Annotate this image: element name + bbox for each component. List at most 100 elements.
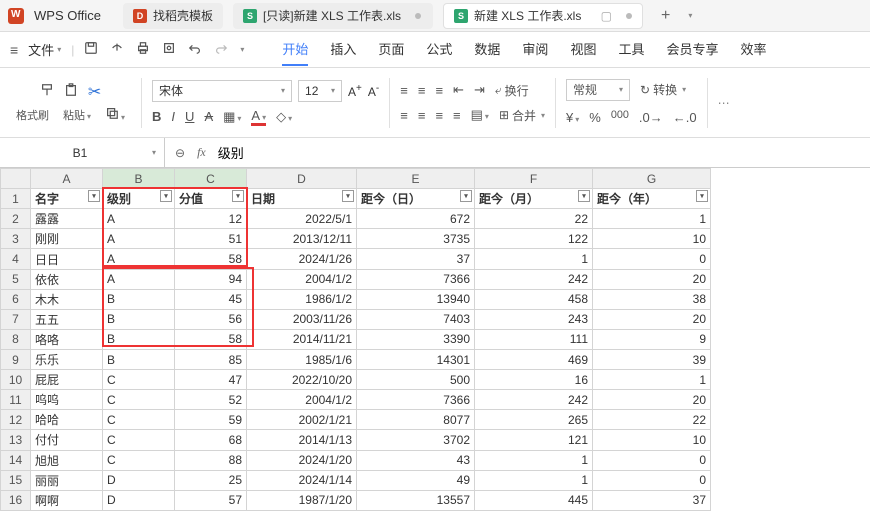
- tab-review[interactable]: 审阅: [522, 33, 548, 66]
- cell[interactable]: 日日: [31, 249, 103, 269]
- cell[interactable]: 49: [357, 470, 475, 490]
- cell[interactable]: 672: [357, 209, 475, 229]
- filter-icon[interactable]: ▾: [696, 190, 708, 202]
- cell[interactable]: 242: [475, 390, 593, 410]
- align-center-icon[interactable]: ≡: [418, 108, 426, 123]
- strikethrough-button[interactable]: A: [204, 109, 213, 124]
- hamburger-icon[interactable]: ≡: [10, 42, 18, 58]
- cell[interactable]: 8077: [357, 410, 475, 430]
- cell[interactable]: 0: [593, 249, 711, 269]
- cell[interactable]: 39: [593, 350, 711, 370]
- print-icon[interactable]: [136, 41, 150, 58]
- tab-page[interactable]: 页面: [378, 33, 404, 66]
- table-row[interactable]: 5依依A942004/1/2736624220: [1, 269, 711, 289]
- table-row[interactable]: 8咯咯B582014/11/2133901119: [1, 329, 711, 349]
- cell[interactable]: 2014/1/13: [247, 430, 357, 450]
- decrease-decimal-icon[interactable]: ←.0: [673, 110, 697, 125]
- cell[interactable]: 242: [475, 269, 593, 289]
- row-header[interactable]: 1: [1, 189, 31, 209]
- cell[interactable]: 469: [475, 350, 593, 370]
- tab-insert[interactable]: 插入: [330, 33, 356, 66]
- cell[interactable]: 94: [175, 269, 247, 289]
- cell[interactable]: 122: [475, 229, 593, 249]
- percent-icon[interactable]: %: [589, 110, 601, 125]
- table-row[interactable]: 7五五B562003/11/26740324320: [1, 309, 711, 329]
- row-header[interactable]: 13: [1, 430, 31, 450]
- row-header[interactable]: 9: [1, 350, 31, 370]
- row-header[interactable]: 15: [1, 470, 31, 490]
- cell[interactable]: 0: [593, 470, 711, 490]
- cell[interactable]: 屁屁: [31, 370, 103, 390]
- cell[interactable]: B: [103, 329, 175, 349]
- tab-active-sheet[interactable]: S 新建 XLS 工作表.xls ▢: [443, 3, 643, 29]
- cell[interactable]: 51: [175, 229, 247, 249]
- cell[interactable]: 7403: [357, 309, 475, 329]
- col-header-A[interactable]: A: [31, 169, 103, 189]
- cell[interactable]: 1: [475, 249, 593, 269]
- filter-icon[interactable]: ▾: [160, 190, 172, 202]
- cell[interactable]: 12: [175, 209, 247, 229]
- thousands-icon[interactable]: 000: [611, 109, 629, 126]
- row-header[interactable]: 7: [1, 309, 31, 329]
- decrease-indent-icon[interactable]: ⇤: [453, 82, 464, 98]
- table-row[interactable]: 6木木B451986/1/21394045838: [1, 289, 711, 309]
- cell[interactable]: 38: [593, 289, 711, 309]
- cell[interactable]: 13557: [357, 490, 475, 510]
- share-icon[interactable]: [110, 41, 124, 58]
- tab-menu-caret-icon[interactable]: ▾: [688, 11, 692, 20]
- select-all-corner[interactable]: [1, 169, 31, 189]
- name-box-caret-icon[interactable]: ▾: [152, 148, 156, 157]
- cell[interactable]: 2024/1/14: [247, 470, 357, 490]
- cell[interactable]: 16: [475, 370, 593, 390]
- cell[interactable]: 乐乐: [31, 350, 103, 370]
- grid[interactable]: A B C D E F G 1 名字▾ 级别▾ 分值▾ 日期▾ 距今（日）▾ 距…: [0, 168, 711, 511]
- orientation-icon[interactable]: ▤: [471, 107, 489, 123]
- cell[interactable]: 露露: [31, 209, 103, 229]
- cell[interactable]: 咯咯: [31, 329, 103, 349]
- cell[interactable]: B: [103, 350, 175, 370]
- cell[interactable]: 付付: [31, 430, 103, 450]
- cell[interactable]: 2022/10/20: [247, 370, 357, 390]
- cell[interactable]: A: [103, 209, 175, 229]
- cell[interactable]: 13940: [357, 289, 475, 309]
- row-header[interactable]: 12: [1, 410, 31, 430]
- table-row[interactable]: 13付付C682014/1/13370212110: [1, 430, 711, 450]
- col-header-G[interactable]: G: [593, 169, 711, 189]
- cell[interactable]: 14301: [357, 350, 475, 370]
- wrap-text-button[interactable]: ⤶ 换行: [495, 82, 529, 99]
- paste-label[interactable]: 粘贴: [63, 107, 91, 123]
- cell[interactable]: 88: [175, 450, 247, 470]
- align-middle-icon[interactable]: ≡: [418, 83, 426, 98]
- underline-button[interactable]: U: [185, 109, 194, 124]
- align-bottom-icon[interactable]: ≡: [435, 83, 443, 98]
- table-row[interactable]: 3刚刚A512013/12/11373512210: [1, 229, 711, 249]
- table-row[interactable]: 15丽丽D252024/1/144910: [1, 470, 711, 490]
- cell[interactable]: 57: [175, 490, 247, 510]
- file-menu[interactable]: 文件▾: [28, 40, 61, 59]
- filter-icon[interactable]: ▾: [232, 190, 244, 202]
- row-header[interactable]: 16: [1, 490, 31, 510]
- col-header-F[interactable]: F: [475, 169, 593, 189]
- cell[interactable]: 10: [593, 229, 711, 249]
- cell[interactable]: C: [103, 450, 175, 470]
- tab-restore-icon[interactable]: ▢: [601, 9, 612, 23]
- cell[interactable]: 243: [475, 309, 593, 329]
- align-justify-icon[interactable]: ≡: [453, 108, 461, 123]
- cut-icon[interactable]: ✂: [88, 82, 101, 102]
- cell[interactable]: 20: [593, 390, 711, 410]
- currency-icon[interactable]: ¥: [566, 110, 579, 125]
- cell[interactable]: 2004/1/2: [247, 269, 357, 289]
- filter-icon[interactable]: ▾: [342, 190, 354, 202]
- col-header-E[interactable]: E: [357, 169, 475, 189]
- cell[interactable]: 43: [357, 450, 475, 470]
- cell[interactable]: A: [103, 269, 175, 289]
- cell[interactable]: C: [103, 410, 175, 430]
- cell[interactable]: 68: [175, 430, 247, 450]
- cell[interactable]: 丽丽: [31, 470, 103, 490]
- row-header[interactable]: 5: [1, 269, 31, 289]
- cell[interactable]: 五五: [31, 309, 103, 329]
- cell[interactable]: 依依: [31, 269, 103, 289]
- cell[interactable]: 2003/11/26: [247, 309, 357, 329]
- row-header[interactable]: 14: [1, 450, 31, 470]
- name-box[interactable]: B1 ▾: [0, 138, 165, 167]
